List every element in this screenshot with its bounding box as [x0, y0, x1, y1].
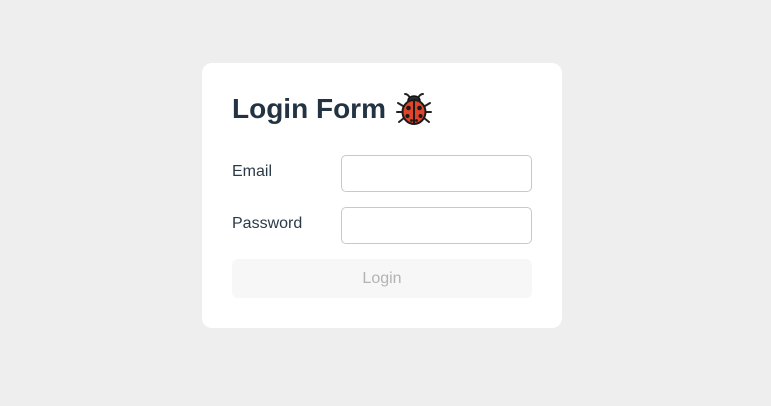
form-title: Login Form — [232, 93, 386, 124]
title-row: Login Form — [232, 89, 432, 129]
login-card: Login Form Email Password Login — [202, 63, 562, 328]
email-field[interactable] — [341, 155, 532, 192]
email-label: Email — [232, 163, 273, 180]
login-button[interactable]: Login — [232, 259, 532, 298]
password-row: Password — [232, 207, 532, 245]
ladybug-icon — [395, 91, 432, 127]
password-label: Password — [232, 215, 303, 232]
email-row: Email — [232, 155, 532, 193]
password-field[interactable] — [341, 207, 532, 244]
login-page: Login Form Email Password Login — [0, 0, 771, 406]
